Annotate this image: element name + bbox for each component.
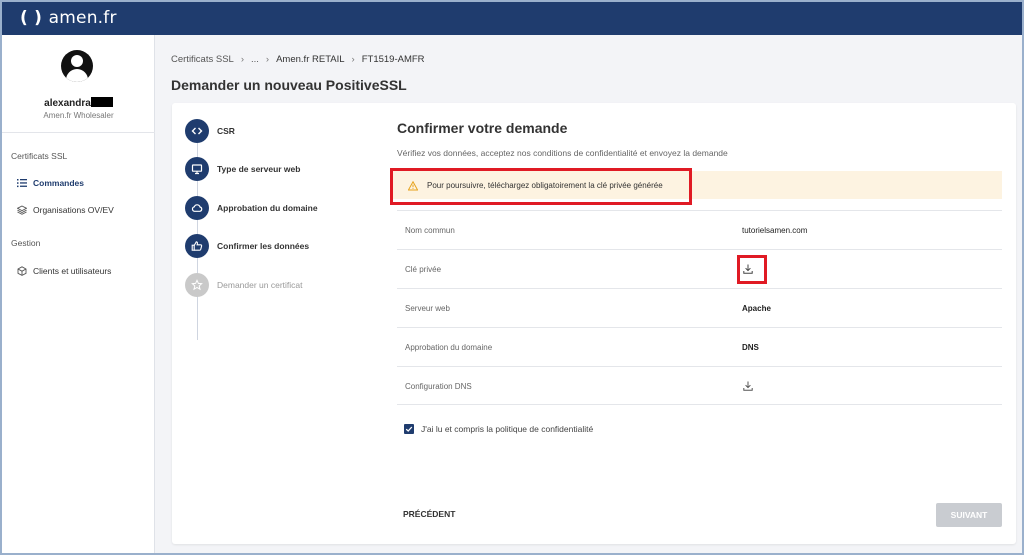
thumbs-up-icon — [191, 241, 203, 251]
row-label: Configuration DNS — [405, 382, 472, 391]
step-csr[interactable]: CSR — [185, 119, 235, 143]
section-title: Confirmer votre demande — [397, 120, 568, 136]
row-label: Nom commun — [405, 226, 455, 235]
sidebar-item-clients[interactable]: Clients et utilisateurs — [17, 266, 111, 276]
step-confirmer[interactable]: Confirmer les données — [185, 234, 309, 258]
breadcrumb-separator: › — [240, 54, 244, 65]
app-window: ( ) amen.fr alexandra Amen.fr Wholesaler… — [0, 0, 1024, 555]
sidebar-divider — [2, 132, 155, 133]
logo-text: amen.fr — [48, 8, 117, 28]
next-button[interactable]: SUIVANT — [936, 503, 1002, 527]
breadcrumb-separator: › — [265, 54, 270, 65]
privacy-checkbox[interactable] — [404, 424, 414, 434]
row-cle-privee: Clé privée — [397, 249, 1002, 288]
row-nom-commun: Nom commun tutorielsamen.com — [397, 210, 1002, 249]
step-type-serveur[interactable]: Type de serveur web — [185, 157, 300, 181]
row-value: Apache — [742, 304, 771, 313]
step-label: Demander un certificat — [217, 280, 303, 290]
avatar[interactable] — [61, 50, 93, 82]
cube-icon — [17, 266, 27, 276]
checkmark-icon — [405, 426, 413, 432]
row-label: Serveur web — [405, 304, 450, 313]
request-card: CSR Type de serveur web Approbation du d… — [172, 103, 1016, 544]
sidebar-section-gestion: Gestion — [11, 238, 41, 248]
download-icon[interactable] — [742, 380, 754, 392]
top-bar: ( ) amen.fr — [2, 2, 1022, 35]
row-value: DNS — [742, 343, 759, 352]
privacy-checkbox-label[interactable]: J'ai lu et compris la politique de confi… — [421, 424, 593, 434]
sidebar-item-organisations[interactable]: Organisations OV/EV — [17, 205, 114, 215]
sidebar-item-label: Commandes — [33, 178, 85, 188]
cloud-icon — [191, 204, 203, 212]
section-subtitle: Vérifiez vos données, acceptez nos condi… — [397, 148, 728, 158]
redaction-bar — [90, 97, 113, 107]
sidebar: alexandra Amen.fr Wholesaler Certificats… — [2, 35, 155, 553]
step-label: Confirmer les données — [217, 241, 310, 251]
row-configuration-dns: Configuration DNS — [397, 366, 1002, 405]
user-role: Amen.fr Wholesaler — [43, 111, 114, 120]
step-label: Approbation du domaine — [217, 203, 318, 213]
breadcrumb-item[interactable]: ... — [251, 54, 259, 65]
row-label: Clé privée — [405, 265, 442, 274]
breadcrumb-item[interactable]: Certificats SSL — [171, 54, 234, 65]
logo-mark: ( ) — [20, 8, 43, 28]
row-value: tutorielsamen.com — [742, 226, 808, 235]
sidebar-item-commandes[interactable]: Commandes — [17, 178, 84, 188]
step-approbation[interactable]: Approbation du domaine — [185, 196, 318, 220]
star-icon — [191, 279, 203, 291]
breadcrumb-separator: › — [351, 54, 355, 65]
sidebar-item-label: Organisations OV/EV — [33, 205, 114, 215]
step-demander-certificat: Demander un certificat — [185, 273, 303, 297]
row-label: Approbation du domaine — [405, 343, 493, 352]
layers-icon — [17, 205, 27, 215]
row-serveur-web: Serveur web Apache — [397, 288, 1002, 327]
sidebar-item-label: Clients et utilisateurs — [33, 266, 112, 276]
monitor-icon — [191, 164, 203, 175]
breadcrumb-item[interactable]: Amen.fr RETAIL — [276, 54, 344, 65]
step-label: CSR — [217, 126, 235, 136]
annotation-highlight-download — [737, 255, 767, 284]
sidebar-section-ssl: Certificats SSL — [11, 151, 68, 161]
row-approbation-domaine: Approbation du domaine DNS — [397, 327, 1002, 366]
code-icon — [191, 127, 203, 135]
user-name: alexandra — [2, 97, 155, 109]
breadcrumb-item-current: FT1519-AMFR — [361, 54, 425, 65]
page-title: Demander un nouveau PositiveSSL — [171, 77, 407, 93]
amen-logo[interactable]: ( ) amen.fr — [20, 8, 117, 28]
step-label: Type de serveur web — [217, 164, 301, 174]
list-icon — [17, 179, 27, 188]
annotation-highlight-alert — [390, 168, 692, 205]
breadcrumb: Certificats SSL › ... › Amen.fr RETAIL ›… — [171, 54, 425, 65]
previous-button[interactable]: PRÉCÉDENT — [403, 509, 455, 519]
